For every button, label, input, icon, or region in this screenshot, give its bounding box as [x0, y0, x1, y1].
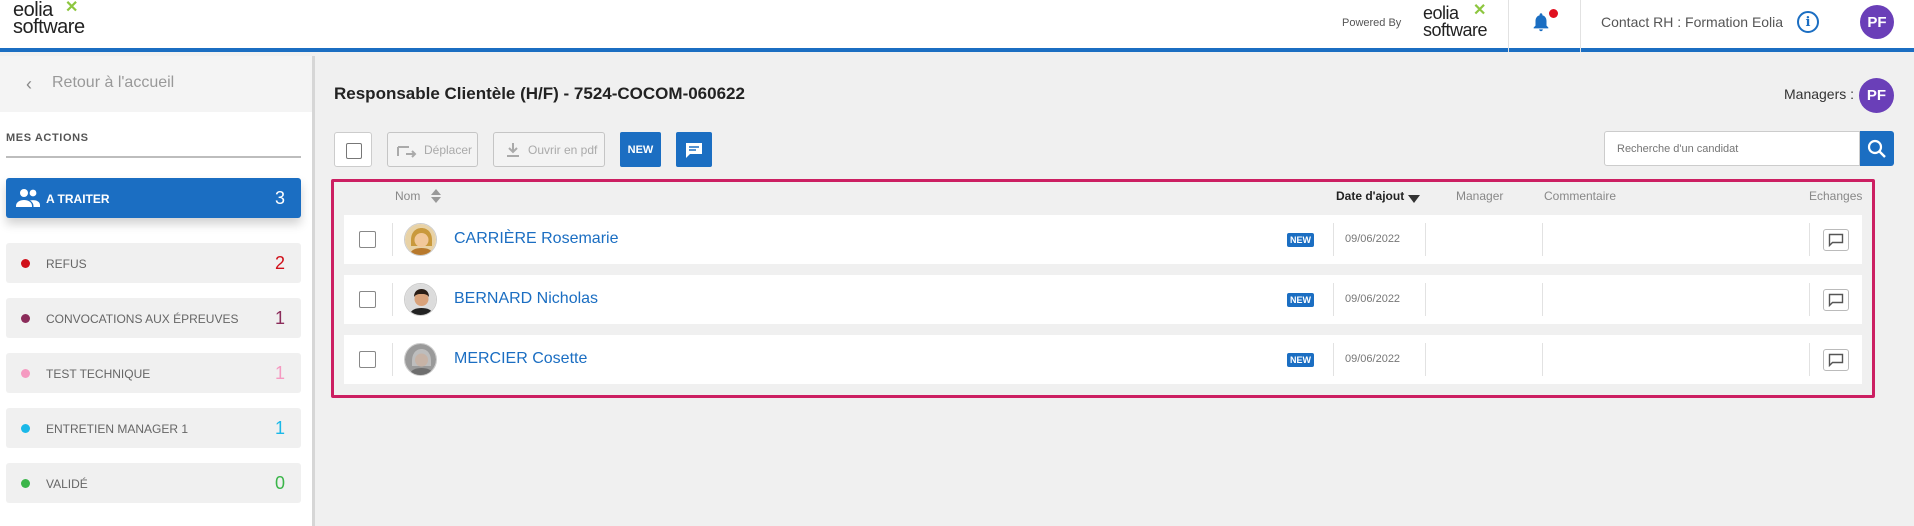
- divider: [1809, 343, 1810, 376]
- search-button[interactable]: [1860, 131, 1894, 166]
- divider: [1425, 343, 1426, 376]
- date-added: 09/06/2022: [1345, 293, 1401, 305]
- status-dot: [21, 314, 30, 323]
- row-checkbox[interactable]: [359, 351, 376, 368]
- column-header-manager: Manager: [1456, 189, 1504, 203]
- divider: [392, 283, 393, 316]
- top-bar: eolia software ✕ Powered By eolia softwa…: [0, 0, 1914, 52]
- new-badge: NEW: [1287, 293, 1314, 307]
- column-header-comment: Commentaire: [1544, 189, 1617, 203]
- manager-avatar[interactable]: PF: [1859, 78, 1894, 113]
- open-pdf-button[interactable]: Ouvrir en pdf: [493, 132, 605, 167]
- move-button[interactable]: Déplacer: [387, 132, 478, 167]
- candidate-row[interactable]: CARRIÈRE Rosemarie NEW 09/06/2022: [344, 215, 1862, 264]
- message-icon: [1828, 293, 1844, 307]
- divider: [1333, 223, 1334, 256]
- message-icon: [1828, 233, 1844, 247]
- row-checkbox[interactable]: [359, 291, 376, 308]
- divider: [1809, 223, 1810, 256]
- divider: [1425, 223, 1426, 256]
- candidate-photo: [404, 343, 437, 376]
- step-test-technique[interactable]: TEST TECHNIQUE 1: [6, 353, 301, 393]
- new-badge: NEW: [1287, 233, 1314, 247]
- eolia-logo[interactable]: eolia software ✕: [13, 0, 85, 37]
- people-icon: [16, 189, 40, 207]
- chat-icon: [686, 142, 702, 158]
- managers-label: Managers :: [1784, 86, 1855, 102]
- date-added: 09/06/2022: [1345, 233, 1401, 245]
- download-icon: [507, 142, 519, 157]
- candidate-name-link[interactable]: MERCIER Cosette: [454, 350, 587, 368]
- sort-icon[interactable]: [430, 188, 442, 204]
- column-header-date-added[interactable]: Date d'ajout: [1336, 189, 1404, 203]
- contact-rh-link[interactable]: Contact RH : Formation Eolia: [1601, 14, 1783, 30]
- divider: [6, 156, 301, 158]
- logo-mark-icon: ✕: [1473, 2, 1487, 19]
- new-filter-button[interactable]: NEW: [620, 132, 661, 167]
- step-entretien-manager[interactable]: ENTRETIEN MANAGER 1 1: [6, 408, 301, 448]
- divider: [1542, 343, 1543, 376]
- search-icon: [1867, 139, 1886, 158]
- candidate-name-link[interactable]: CARRIÈRE Rosemarie: [454, 230, 618, 248]
- user-avatar[interactable]: PF: [1860, 5, 1894, 39]
- step-valide[interactable]: VALIDÉ 0: [6, 463, 301, 503]
- divider: [1809, 283, 1810, 316]
- status-dot: [21, 369, 30, 378]
- exchange-message-button[interactable]: [1823, 229, 1849, 251]
- exchange-message-button[interactable]: [1823, 349, 1849, 371]
- status-dot: [21, 259, 30, 268]
- candidate-row[interactable]: BERNARD Nicholas NEW 09/06/2022: [344, 275, 1862, 324]
- back-to-home-link[interactable]: ‹ Retour à l'accueil: [0, 56, 312, 112]
- new-badge: NEW: [1287, 353, 1314, 367]
- divider: [392, 343, 393, 376]
- candidate-photo: [404, 283, 437, 316]
- sort-desc-icon[interactable]: [1408, 195, 1420, 203]
- divider: [1580, 0, 1581, 52]
- divider: [1542, 223, 1543, 256]
- divider: [1333, 283, 1334, 316]
- logo-mark-icon: ✕: [65, 0, 79, 16]
- divider: [392, 223, 393, 256]
- notification-dot: [1549, 9, 1558, 18]
- candidate-row[interactable]: MERCIER Cosette NEW 09/06/2022: [344, 335, 1862, 384]
- divider: [1542, 283, 1543, 316]
- date-added: 09/06/2022: [1345, 353, 1401, 365]
- page-title: Responsable Clientèle (H/F) - 7524-COCOM…: [334, 84, 745, 103]
- row-checkbox[interactable]: [359, 231, 376, 248]
- messages-button[interactable]: [676, 132, 712, 167]
- select-all-checkbox[interactable]: [334, 132, 372, 167]
- divider: [1333, 343, 1334, 376]
- status-dot: [21, 479, 30, 488]
- exchange-message-button[interactable]: [1823, 289, 1849, 311]
- info-icon[interactable]: i: [1797, 11, 1819, 33]
- step-a-traiter[interactable]: A TRAITER 3: [6, 178, 301, 218]
- section-title: MES ACTIONS: [6, 132, 89, 144]
- eolia-logo-small: eolia software ✕: [1423, 2, 1488, 40]
- candidate-photo: [404, 223, 437, 256]
- powered-by-label: Powered By: [1342, 17, 1402, 29]
- step-convocations[interactable]: CONVOCATIONS AUX ÉPREUVES 1: [6, 298, 301, 338]
- sidebar: ‹ Retour à l'accueil MES ACTIONS A TRAIT…: [0, 56, 315, 526]
- column-header-name[interactable]: Nom: [395, 189, 420, 203]
- search-candidate-input[interactable]: [1604, 131, 1860, 166]
- chevron-left-icon: ‹: [26, 74, 32, 94]
- status-dot: [21, 424, 30, 433]
- divider: [1508, 0, 1509, 52]
- column-header-exchanges: Echanges: [1809, 189, 1863, 203]
- message-icon: [1828, 353, 1844, 367]
- move-icon: [397, 145, 417, 158]
- candidate-name-link[interactable]: BERNARD Nicholas: [454, 290, 598, 308]
- divider: [1425, 283, 1426, 316]
- step-refus[interactable]: REFUS 2: [6, 243, 301, 283]
